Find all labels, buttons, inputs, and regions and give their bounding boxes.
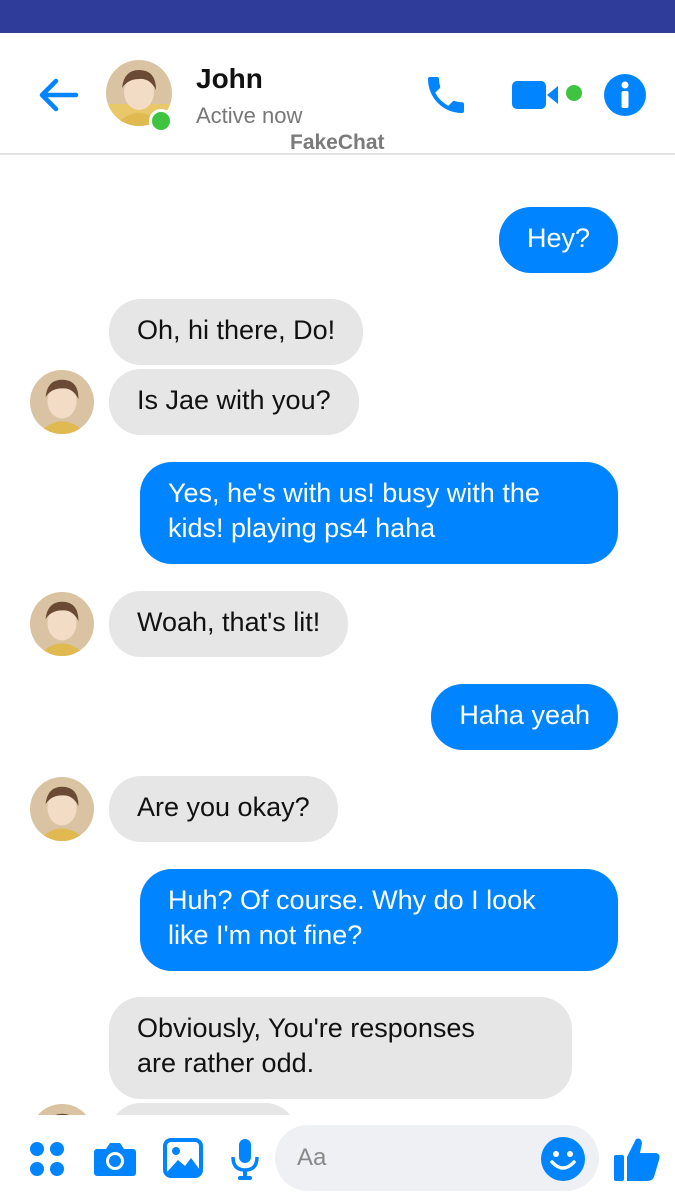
- contact-avatar-small: [30, 1104, 94, 1115]
- like-button[interactable]: [612, 1133, 662, 1183]
- chat-header: John Active now FakeChat: [0, 33, 675, 155]
- message-bubble-outgoing[interactable]: Haha yeah: [431, 684, 618, 750]
- online-indicator: [149, 109, 173, 133]
- back-arrow-icon: [39, 78, 79, 112]
- status-bar: [0, 0, 675, 33]
- message-bubble-incoming[interactable]: Oh, hi there, Do!: [109, 299, 364, 365]
- message-bubble-incoming-partial[interactable]: [109, 1103, 297, 1115]
- contact-avatar-small: [30, 370, 94, 434]
- composer-bar: [0, 1115, 675, 1200]
- emoji-button[interactable]: [540, 1136, 586, 1182]
- camera-icon[interactable]: [93, 1139, 137, 1177]
- microphone-icon[interactable]: [229, 1137, 261, 1181]
- video-call-button[interactable]: [510, 77, 584, 113]
- watermark: FakeChat: [290, 131, 385, 154]
- video-camera-icon: [512, 81, 582, 109]
- back-button[interactable]: [34, 73, 82, 117]
- contact-avatar-small: [30, 777, 94, 841]
- info-button[interactable]: [603, 73, 647, 117]
- message-bubble-outgoing[interactable]: Yes, he's with us! busy with the kids! p…: [140, 462, 618, 564]
- emoji-icon: [541, 1137, 585, 1181]
- message-bubble-outgoing[interactable]: Huh? Of course. Why do I look like I'm n…: [140, 869, 618, 971]
- info-icon: [604, 74, 646, 116]
- message-bubble-incoming[interactable]: Woah, that's lit!: [109, 591, 349, 657]
- contact-avatar-small: [30, 592, 94, 656]
- apps-grid-icon[interactable]: [29, 1141, 65, 1177]
- call-button[interactable]: [421, 71, 471, 119]
- message-bubble-outgoing[interactable]: Hey?: [498, 207, 618, 273]
- message-bubble-incoming[interactable]: Obviously, You're responses are rather o…: [109, 997, 572, 1099]
- thumbs-up-icon: [614, 1138, 660, 1181]
- image-icon[interactable]: [163, 1138, 203, 1178]
- message-bubble-incoming[interactable]: Is Jae with you?: [109, 369, 359, 435]
- message-bubble-incoming[interactable]: Are you okay?: [109, 776, 338, 842]
- message-thread[interactable]: Hey? Oh, hi there, Do! Is Jae with you? …: [0, 157, 675, 1115]
- contact-status: Active now: [196, 103, 303, 128]
- phone-icon: [428, 77, 464, 113]
- contact-name[interactable]: John: [196, 63, 263, 95]
